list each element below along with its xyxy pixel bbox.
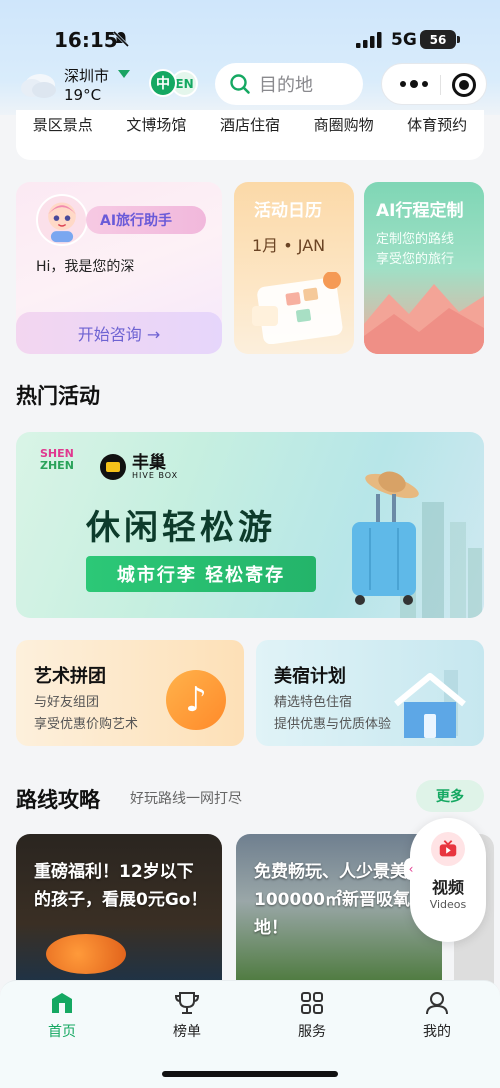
capsule-divider [440,75,441,95]
bell-muted-icon [112,30,130,48]
hive-box-logo: 丰巢 HIVE BOX [100,452,178,482]
house-icon [394,670,466,738]
hive-sub: HIVE BOX [132,470,179,480]
homestay-plan-card[interactable]: 美宿计划 精选特色住宿 提供优惠与优质体验 [256,640,484,746]
tab-profile[interactable]: 我的 [397,989,477,1041]
trip-title: AI行程定制 [376,201,464,221]
status-time: 16:15 [54,28,118,52]
caret-down-icon[interactable] [118,70,130,78]
hive-name: 丰巢 [132,452,166,473]
art-group-card[interactable]: 艺术拼团 与好友组团 享受优惠价购艺术 ♪ [16,640,244,746]
calendar-illustration-icon [252,272,343,344]
chevron-left-icon[interactable]: ‹ [404,858,418,880]
mountain-illustration-icon [364,284,484,354]
video-float-button[interactable]: ‹ 视频 Videos [404,818,486,942]
miniprogram-capsule [381,63,487,105]
stay-subtitle-line2: 提供优惠与优质体验 [274,717,392,732]
battery-icon: 56 [420,30,460,49]
category-scenic[interactable]: 景区景点 [33,114,93,135]
route-guides-subtitle: 好玩路线一网打尽 [130,791,242,807]
city-selector[interactable]: 深圳市 [64,65,109,86]
tv-video-icon [431,832,465,866]
cloudy-weather-icon [21,74,56,98]
category-shopping[interactable]: 商圈购物 [314,114,374,135]
tab-label: 服务 [298,1024,326,1040]
shenzhen-logo: SHEN ZHEN [40,448,90,484]
tab-services[interactable]: 服务 [272,989,352,1041]
art-title: 艺术拼团 [34,666,106,687]
trip-subtitle-line2: 享受您的旅行 [376,252,455,267]
ai-assistant-card[interactable]: AI旅行助手 Hi，我是您的深 开始咨询 → [16,182,222,354]
user-icon [426,992,448,1015]
art-subtitle: 与好友组团 享受优惠价购艺术 [34,692,138,736]
art-subtitle-line1: 与好友组团 [34,695,100,710]
stay-subtitle-line1: 精选特色住宿 [274,695,353,710]
trip-subtitle: 定制您的路线 享受您的旅行 [376,230,454,270]
stay-title: 美宿计划 [274,666,346,687]
ai-avatar-icon [36,194,88,246]
banner-ribbon: 城市行李 轻松寄存 [86,556,316,592]
tab-label: 首页 [48,1024,76,1040]
video-label-en: Videos [429,898,467,911]
home-icon [52,993,72,1013]
more-routes-button[interactable]: 更多 [416,780,484,812]
banner-title: 休闲轻松游 [86,508,276,548]
video-label: 视频 [431,878,464,897]
tab-home[interactable]: 首页 [22,989,102,1041]
home-indicator [162,1071,338,1077]
luggage-storage-banner[interactable]: SHEN ZHEN 丰巢 HIVE BOX 休闲轻松游 城市行李 轻松寄存 [16,432,484,618]
route-guides-title: 路线攻略 [16,788,100,812]
more-icon[interactable] [396,74,432,94]
suitcase-icon [352,471,419,605]
category-hotels[interactable]: 酒店住宿 [220,114,280,135]
hive-box-icon [100,454,126,480]
grid-icon [301,992,323,1014]
signal-icon [356,32,382,48]
trophy-icon [174,992,200,1014]
temperature: 19°C [64,86,102,104]
close-miniprogram-icon[interactable] [452,73,476,97]
tab-ranking[interactable]: 榜单 [147,989,227,1041]
tab-label: 我的 [423,1024,451,1040]
ai-assistant-badge: AI旅行助手 [86,206,206,234]
category-sports[interactable]: 体育预约 [407,114,467,135]
destination-search[interactable]: 目的地 [215,63,363,105]
search-placeholder: 目的地 [259,75,313,96]
category-museums[interactable]: 文博场馆 [126,114,186,135]
lang-zh-option[interactable]: 中 [149,69,177,97]
trip-subtitle-line1: 定制您的路线 [376,232,455,247]
route-card-text: 重磅福利！12岁以下的孩子，看展0元Go！ [34,862,208,910]
language-toggle[interactable]: EN 中 [149,69,199,99]
calendar-date: 1月 • JAN [252,236,326,255]
ai-greeting: Hi，我是您的深 [36,259,135,275]
start-consult-button[interactable]: 开始咨询 → [16,312,222,354]
category-strip: 景区景点 文博场馆 酒店住宿 商圈购物 体育预约 [16,110,484,160]
stay-subtitle: 精选特色住宿 提供优惠与优质体验 [274,692,391,736]
calendar-title: 活动日历 [254,201,322,221]
hot-activities-title: 热门活动 [16,384,100,408]
status-bar: 16:15 5G 56 [0,0,500,60]
search-icon [230,74,250,94]
ai-trip-planner-card[interactable]: AI行程定制 定制您的路线 享受您的旅行 [364,182,484,354]
network-type: 5G [391,30,417,50]
goldfish-image [46,934,126,974]
music-note-icon: ♪ [166,670,226,730]
art-subtitle-line2: 享受优惠价购艺术 [34,717,139,732]
tab-label: 榜单 [173,1024,201,1040]
activity-calendar-card[interactable]: 活动日历 1月 • JAN [234,182,354,354]
logo-line2: ZHEN [40,459,74,472]
route-card[interactable]: 重磅福利！12岁以下的孩子，看展0元Go！ [16,834,222,984]
